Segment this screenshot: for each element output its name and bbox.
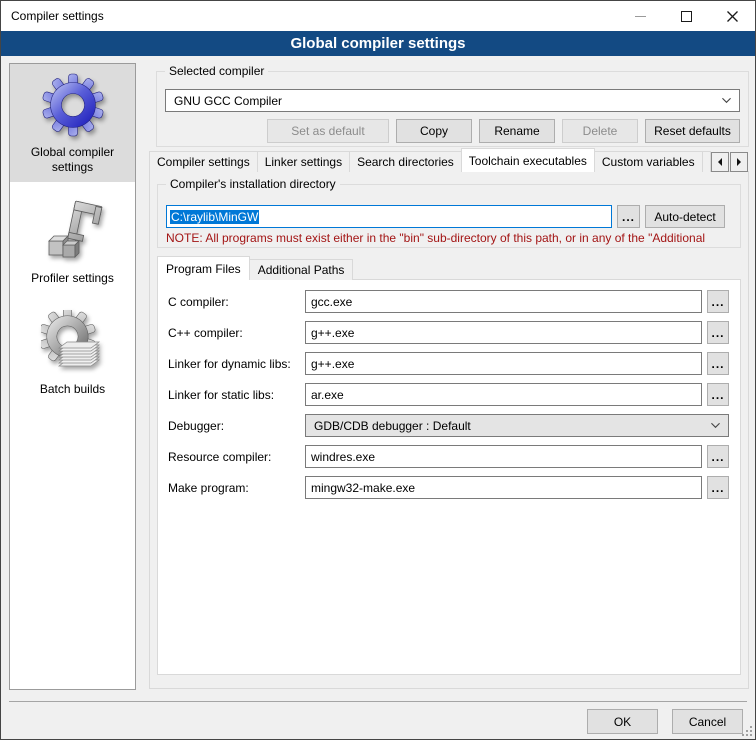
cpp-compiler-browse-button[interactable]: ... (707, 321, 729, 344)
program-row: Make program: ... (168, 476, 730, 499)
sidebar-item-label: Profiler settings (31, 271, 114, 286)
sidebar-item-profiler-settings[interactable]: Profiler settings (10, 190, 135, 293)
debugger-label: Debugger: (168, 419, 305, 433)
tab-program-files[interactable]: Program Files (157, 256, 250, 280)
set-as-default-button[interactable]: Set as default (267, 119, 389, 143)
compiler-actions: Set as default Copy Rename Delete Reset … (165, 119, 740, 143)
program-row: Debugger: GDB/CDB debugger : Default (168, 414, 730, 437)
minimize-icon (635, 16, 646, 17)
dynamic-linker-input[interactable] (305, 352, 702, 375)
sidebar-item-global-compiler-settings[interactable]: Global compiler settings (10, 64, 135, 182)
install-dir-selected-text: C:\raylib\MinGW (170, 210, 259, 224)
settings-tab-strip: Compiler settings Linker settings Search… (149, 148, 747, 172)
program-row: Resource compiler: ... (168, 445, 730, 468)
close-icon (727, 11, 738, 22)
installation-directory-group: Compiler's installation directory C:\ray… (157, 184, 741, 248)
tab-scroll-right-button[interactable] (730, 152, 748, 172)
c-compiler-label: C compiler: (168, 295, 305, 309)
caliper-icon (41, 199, 105, 263)
tab-scroll-left-button[interactable] (711, 152, 729, 172)
dialog-header: Global compiler settings (1, 31, 755, 56)
window-controls (617, 1, 755, 31)
minimize-button[interactable] (617, 1, 663, 31)
program-row: Linker for static libs: ... (168, 383, 730, 406)
tab-scroll-controls (710, 152, 748, 172)
gear-stack-icon (41, 310, 105, 374)
window-title: Compiler settings (1, 9, 104, 23)
program-row: C compiler: ... (168, 290, 730, 313)
delete-button[interactable]: Delete (562, 119, 638, 143)
maximize-icon (681, 11, 692, 22)
cpp-compiler-input[interactable] (305, 321, 702, 344)
maximize-button[interactable] (663, 1, 709, 31)
tab-additional-paths[interactable]: Additional Paths (249, 259, 354, 280)
program-files-page: C compiler: ... C++ compiler: ... Linker… (157, 279, 741, 675)
chevron-down-icon (711, 421, 720, 430)
settings-sidebar: Global compiler settings (9, 63, 136, 690)
install-dir-browse-button[interactable]: ... (617, 205, 640, 228)
auto-detect-button[interactable]: Auto-detect (645, 205, 725, 228)
tab-compiler-settings[interactable]: Compiler settings (149, 151, 258, 172)
title-bar: Compiler settings (1, 1, 755, 31)
static-linker-label: Linker for static libs: (168, 388, 305, 402)
tab-toolchain-executables[interactable]: Toolchain executables (461, 148, 595, 172)
sidebar-item-label: Global compiler settings (14, 145, 131, 175)
close-button[interactable] (709, 1, 755, 31)
tab-custom-variables[interactable]: Custom variables (594, 151, 703, 172)
tab-linker-settings[interactable]: Linker settings (257, 151, 350, 172)
tab-search-directories[interactable]: Search directories (349, 151, 462, 172)
selected-compiler-group: Selected compiler GNU GCC Compiler Set a… (156, 71, 749, 147)
ok-button[interactable]: OK (587, 709, 658, 734)
footer-divider (9, 701, 747, 702)
bin-subdirectory-note: NOTE: All programs must exist either in … (166, 231, 734, 245)
c-compiler-browse-button[interactable]: ... (707, 290, 729, 313)
debugger-select[interactable]: GDB/CDB debugger : Default (305, 414, 729, 437)
program-row: C++ compiler: ... (168, 321, 730, 344)
cancel-button[interactable]: Cancel (672, 709, 743, 734)
reset-defaults-button[interactable]: Reset defaults (645, 119, 740, 143)
dialog-header-title: Global compiler settings (290, 35, 465, 52)
make-program-label: Make program: (168, 481, 305, 495)
dynamic-linker-browse-button[interactable]: ... (707, 352, 729, 375)
program-row: Linker for dynamic libs: ... (168, 352, 730, 375)
compiler-select-value: GNU GCC Compiler (174, 94, 282, 108)
chevron-down-icon (722, 96, 731, 105)
install-dir-input[interactable]: C:\raylib\MinGW (166, 205, 612, 228)
dynamic-linker-label: Linker for dynamic libs: (168, 357, 305, 371)
cpp-compiler-label: C++ compiler: (168, 326, 305, 340)
compiler-settings-dialog: Compiler settings Global compiler settin… (0, 0, 756, 740)
sidebar-item-label: Batch builds (40, 382, 105, 397)
resource-compiler-label: Resource compiler: (168, 450, 305, 464)
rename-button[interactable]: Rename (479, 119, 555, 143)
debugger-select-value: GDB/CDB debugger : Default (314, 419, 471, 433)
right-arrow-icon (737, 158, 741, 166)
static-linker-input[interactable] (305, 383, 702, 406)
resize-grip[interactable] (740, 724, 753, 737)
static-linker-browse-button[interactable]: ... (707, 383, 729, 406)
resource-compiler-browse-button[interactable]: ... (707, 445, 729, 468)
installation-directory-group-label: Compiler's installation directory (166, 177, 340, 192)
left-arrow-icon (718, 158, 722, 166)
selected-compiler-group-label: Selected compiler (165, 64, 268, 79)
blue-gear-icon (41, 73, 105, 137)
sidebar-item-batch-builds[interactable]: Batch builds (10, 301, 135, 404)
compiler-select[interactable]: GNU GCC Compiler (165, 89, 740, 112)
resource-compiler-input[interactable] (305, 445, 702, 468)
program-tabs: Program Files Additional Paths (157, 256, 352, 280)
copy-button[interactable]: Copy (396, 119, 472, 143)
c-compiler-input[interactable] (305, 290, 702, 313)
make-program-input[interactable] (305, 476, 702, 499)
make-program-browse-button[interactable]: ... (707, 476, 729, 499)
